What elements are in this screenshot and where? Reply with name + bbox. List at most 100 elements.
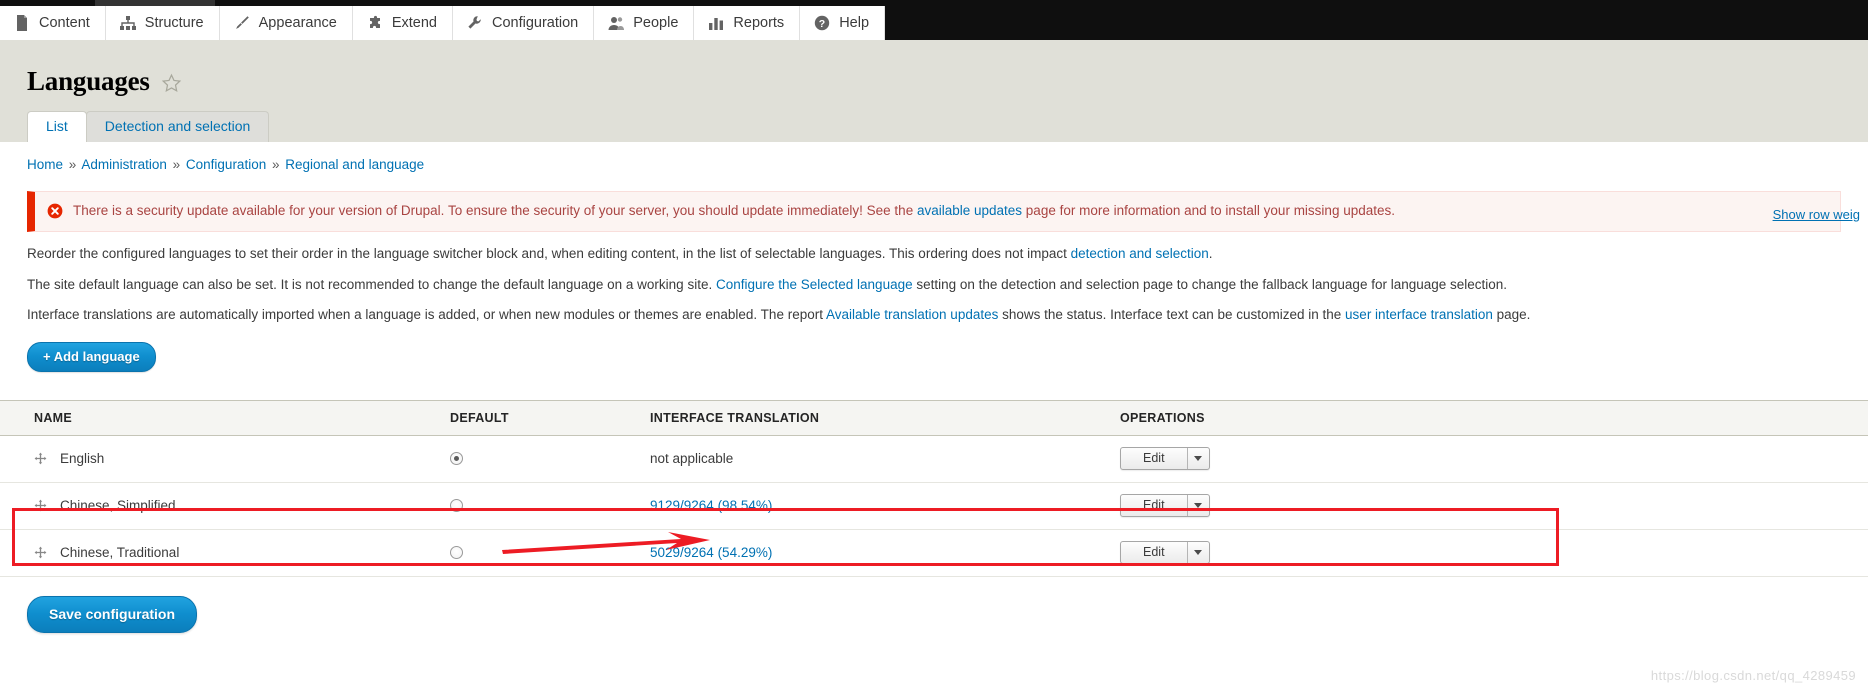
toolbar-item-configuration[interactable]: Configuration (453, 6, 595, 40)
breadcrumb-item-administration[interactable]: Administration (81, 157, 167, 172)
row-operations-cell: Edit (1120, 435, 1868, 483)
table-header-row: NAME DEFAULT INTERFACE TRANSLATION OPERA… (0, 399, 1868, 436)
tab-list[interactable]: List (27, 110, 87, 142)
toolbar-item-help[interactable]: ? Help (800, 6, 886, 40)
column-header-default: DEFAULT (450, 399, 650, 436)
row-translation-cell: 5029/9264 (54.29%) (650, 529, 1120, 577)
toolbar-item-label: Content (39, 15, 90, 31)
drag-handle-icon[interactable] (34, 452, 47, 465)
puzzle-icon (366, 14, 384, 32)
paragraph-text-mid: shows the status. Interface text can be … (998, 307, 1346, 323)
operations-dropbutton[interactable]: Edit (1120, 540, 1210, 564)
structure-icon (119, 14, 137, 32)
admin-toolbar: Content Structure Appearance Extend Conf… (0, 0, 1868, 40)
dropbutton-toggle[interactable] (1188, 495, 1209, 516)
language-name: Chinese, Traditional (60, 544, 180, 560)
toolbar-item-label: Structure (144, 15, 204, 31)
available-updates-link[interactable]: available updates (917, 203, 1022, 218)
column-header-interface-translation: INTERFACE TRANSLATION (650, 399, 1120, 436)
row-translation-cell: not applicable (650, 435, 1120, 483)
chevron-down-icon (1194, 455, 1203, 461)
paintbrush-icon (233, 14, 251, 32)
table-body: English not applicable Edit Chinese, Sim… (0, 435, 1868, 577)
breadcrumb-item-configuration[interactable]: Configuration (186, 157, 266, 172)
breadcrumb-separator: » (271, 157, 280, 172)
operations-dropbutton[interactable]: Edit (1120, 446, 1210, 470)
paragraph-text-end: page. (1492, 307, 1531, 323)
paragraph-text-end: setting on the detection and selection p… (912, 276, 1508, 292)
operations-dropbutton[interactable]: Edit (1120, 493, 1210, 517)
drag-handle-icon[interactable] (34, 499, 47, 512)
column-header-operations: OPERATIONS (1120, 399, 1868, 436)
translation-status: not applicable (650, 450, 734, 466)
breadcrumb-separator: » (68, 157, 77, 172)
breadcrumb-item-home[interactable]: Home (27, 157, 63, 172)
toolbar-item-people[interactable]: People (594, 6, 695, 40)
paragraph-default-language: The site default language can also be se… (0, 263, 1868, 294)
edit-button[interactable]: Edit (1121, 541, 1188, 563)
table-row: Chinese, Simplified 9129/9264 (98.54%) E… (0, 482, 1868, 530)
title-row: Languages (0, 62, 1868, 100)
default-language-radio[interactable] (450, 545, 463, 559)
row-default-cell (450, 529, 650, 577)
available-translation-updates-link[interactable]: Available translation updates (826, 307, 998, 322)
dropbutton-toggle[interactable] (1188, 448, 1209, 469)
chevron-down-icon (1194, 549, 1203, 555)
toolbar-item-extend[interactable]: Extend (352, 6, 453, 40)
toolbar-item-label: Appearance (258, 15, 337, 31)
language-name: Chinese, Simplified (60, 497, 176, 513)
toolbar-item-appearance[interactable]: Appearance (219, 6, 353, 40)
default-language-radio[interactable] (450, 498, 463, 512)
translation-progress-link[interactable]: 9129/9264 (98.54%) (650, 498, 772, 513)
primary-tabs: List Detection and selection (0, 110, 1868, 142)
star-outline-icon[interactable] (161, 73, 182, 94)
row-operations-cell: Edit (1120, 529, 1868, 577)
configure-selected-language-link[interactable]: Configure the Selected language (716, 277, 913, 292)
toolbar-item-label: Configuration (492, 15, 579, 31)
chevron-down-icon (1194, 502, 1203, 508)
translation-progress-link[interactable]: 5029/9264 (54.29%) (650, 545, 772, 560)
toolbar-item-content[interactable]: Content (0, 6, 106, 40)
edit-button[interactable]: Edit (1121, 447, 1188, 469)
table-row: Chinese, Traditional 5029/9264 (54.29%) … (0, 529, 1868, 577)
row-name-cell: English (0, 435, 450, 483)
security-update-error-message: There is a security update available for… (27, 191, 1841, 233)
dropbutton-toggle[interactable] (1188, 542, 1209, 563)
toolbar-item-structure[interactable]: Structure (105, 6, 220, 40)
user-interface-translation-link[interactable]: user interface translation (1345, 307, 1493, 322)
detection-and-selection-link[interactable]: detection and selection (1071, 246, 1209, 261)
breadcrumb-item-regional-and-language[interactable]: Regional and language (285, 157, 424, 172)
toolbar-item-label: Extend (391, 15, 437, 31)
tab-detection-and-selection[interactable]: Detection and selection (85, 110, 270, 142)
svg-text:?: ? (819, 18, 825, 30)
paragraph-text: Reorder the configured languages to set … (27, 246, 1071, 262)
breadcrumb-separator: » (172, 157, 181, 172)
show-row-weights-link[interactable]: Show row weig (1773, 207, 1860, 222)
default-language-radio[interactable] (450, 451, 463, 465)
toolbar-item-reports[interactable]: Reports (694, 6, 801, 40)
save-configuration-button[interactable]: Save configuration (27, 595, 198, 633)
page-header: Languages List Detection and selection (0, 40, 1868, 142)
toolbar-item-label: Help (839, 15, 870, 31)
paragraph-text: The site default language can also be se… (27, 276, 716, 292)
paragraph-text: Interface translations are automatically… (27, 307, 826, 323)
row-default-cell (450, 482, 650, 530)
error-text-part2: page for more information and to install… (1022, 203, 1395, 218)
row-name-cell: Chinese, Traditional (0, 529, 450, 577)
paragraph-text-end: . (1208, 246, 1213, 262)
main-content: Home » Administration » Configuration » … (0, 142, 1868, 633)
row-default-cell (450, 435, 650, 483)
column-header-name: NAME (0, 399, 450, 436)
edit-button[interactable]: Edit (1121, 494, 1188, 516)
row-translation-cell: 9129/9264 (98.54%) (650, 482, 1120, 530)
toolbar-item-label: People (633, 15, 679, 31)
toolbar-item-label: Reports (733, 15, 785, 31)
breadcrumb: Home » Administration » Configuration » … (0, 142, 1868, 172)
language-name: English (60, 450, 105, 466)
add-language-button[interactable]: + Add language (27, 341, 156, 372)
paragraph-interface-translations: Interface translations are automatically… (0, 293, 1868, 324)
people-icon (607, 14, 625, 32)
row-operations-cell: Edit (1120, 482, 1868, 530)
drag-handle-icon[interactable] (34, 546, 47, 559)
error-circle-x-icon (47, 203, 63, 219)
